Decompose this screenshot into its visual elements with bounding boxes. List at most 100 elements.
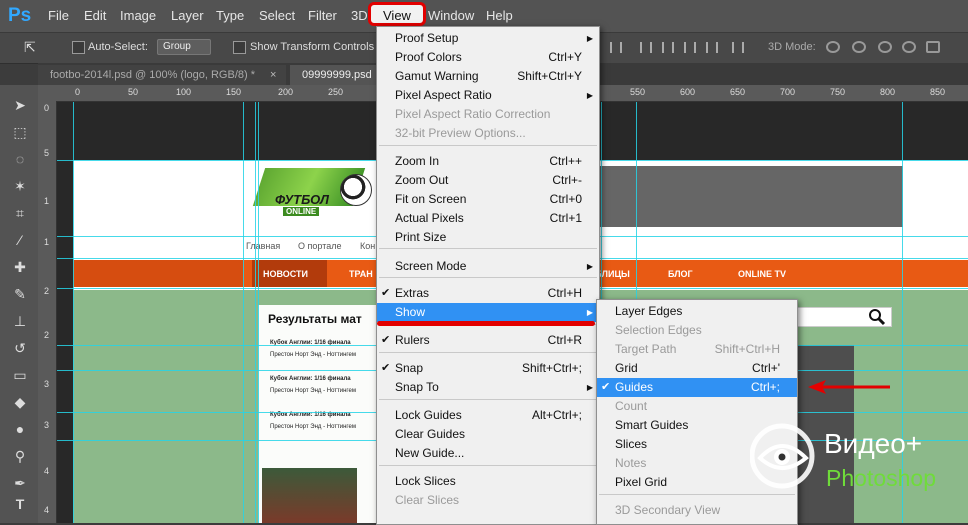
3d-scale-icon[interactable] bbox=[926, 41, 940, 53]
3d-rotate-icon[interactable] bbox=[826, 41, 840, 53]
menu-item-label: Layer Edges bbox=[615, 304, 683, 318]
tab-footbo[interactable]: footbo-2014l.psd @ 100% (logo, RGB/8) * … bbox=[38, 65, 286, 85]
eraser-icon[interactable]: ▭ bbox=[12, 368, 28, 382]
menu-item-guides[interactable]: ✔ Guides Ctrl+; bbox=[597, 378, 797, 397]
checkmark-icon: ✔ bbox=[381, 334, 391, 346]
menu-item-label: Rulers bbox=[395, 333, 430, 347]
nav-bar-left bbox=[73, 260, 243, 287]
tools-panel: ➤ ⬚ ◌ ✶ ⌗ ⁄ ✚ ✎ ⊥ ↺ ▭ ◆ ● ⚲ ✒ T bbox=[0, 85, 39, 523]
3d-pan-icon[interactable] bbox=[878, 41, 892, 53]
menu-item-actual-pixels[interactable]: Actual Pixels Ctrl+1 bbox=[377, 209, 599, 228]
auto-select-label: Auto-Select: bbox=[88, 41, 148, 53]
menu-item-fit-on-screen[interactable]: Fit on Screen Ctrl+0 bbox=[377, 190, 599, 209]
align-icon[interactable] bbox=[610, 42, 622, 53]
show-transform-checkbox[interactable] bbox=[233, 41, 246, 54]
blur-tool-icon[interactable]: ● bbox=[12, 422, 28, 436]
crop-tool-icon[interactable]: ⌗ bbox=[12, 206, 28, 220]
news-photo bbox=[262, 468, 357, 523]
menu-item-shortcut: Ctrl+1 bbox=[549, 211, 582, 225]
menu-item-lock-guides[interactable]: Lock Guides Alt+Ctrl+; bbox=[377, 406, 599, 425]
auto-select-checkbox[interactable] bbox=[72, 41, 85, 54]
menu-help[interactable]: Help bbox=[486, 8, 513, 23]
header-banner bbox=[598, 166, 903, 227]
magic-wand-icon[interactable]: ✶ bbox=[12, 179, 28, 193]
menu-item-screen-mode[interactable]: Screen Mode ▶ bbox=[377, 257, 599, 276]
menu-item-label: Show bbox=[395, 305, 426, 319]
align-icon[interactable] bbox=[662, 42, 674, 53]
menu-item-gamut-warning[interactable]: Gamut Warning Shift+Ctrl+Y bbox=[377, 67, 599, 86]
menu-item-proof-setup[interactable]: Proof Setup ▶ bbox=[377, 29, 599, 48]
group-select[interactable]: Group bbox=[157, 39, 211, 55]
menu-item-zoom-out[interactable]: Zoom Out Ctrl+- bbox=[377, 171, 599, 190]
ruler-tick-label: 700 bbox=[780, 87, 796, 97]
lasso-tool-icon[interactable]: ◌ bbox=[12, 152, 28, 166]
ruler-tick-label: 2 bbox=[44, 330, 50, 340]
menu-item-snap-to[interactable]: Snap To ▶ bbox=[377, 378, 599, 397]
healing-brush-icon[interactable]: ✚ bbox=[12, 260, 28, 274]
site-logo: ФУТБОЛ ONLINE bbox=[252, 160, 372, 225]
menu-item-shortcut: Ctrl+; bbox=[750, 380, 780, 394]
paint-bucket-icon[interactable]: ◆ bbox=[12, 395, 28, 409]
menu-item-pixel-aspect-ratio[interactable]: Pixel Aspect Ratio ▶ bbox=[377, 86, 599, 105]
pen-tool-icon[interactable]: ✒ bbox=[12, 476, 28, 490]
menu-edit[interactable]: Edit bbox=[84, 8, 106, 23]
guide-vertical bbox=[255, 102, 256, 523]
eyedropper-icon[interactable]: ⁄ bbox=[12, 233, 28, 247]
menu-view[interactable]: View bbox=[383, 8, 411, 23]
menu-item-shortcut: Shift+Ctrl+H bbox=[714, 342, 780, 356]
watermark-subtitle: Photoshop bbox=[826, 465, 936, 491]
history-brush-icon[interactable]: ↺ bbox=[12, 341, 28, 355]
menu-item-shortcut: Ctrl++ bbox=[549, 154, 582, 168]
marquee-tool-icon[interactable]: ⬚ bbox=[12, 125, 28, 139]
subnav-item: Главная bbox=[246, 241, 281, 251]
dodge-tool-icon[interactable]: ⚲ bbox=[12, 449, 28, 463]
menu-item-grid[interactable]: Grid Ctrl+' bbox=[597, 359, 797, 378]
auto-align-icon[interactable] bbox=[732, 42, 744, 53]
menu-item-layer-edges[interactable]: Layer Edges bbox=[597, 302, 797, 321]
menu-item-snap[interactable]: ✔ Snap Shift+Ctrl+; bbox=[377, 359, 599, 378]
watermark-title: Видео+ bbox=[824, 428, 923, 459]
menu-item-shortcut: Shift+Ctrl+; bbox=[521, 361, 582, 375]
distribute-icon[interactable] bbox=[706, 42, 718, 53]
menu-3d[interactable]: 3D bbox=[351, 8, 368, 23]
menu-item-clear-guides[interactable]: Clear Guides bbox=[377, 425, 599, 444]
menu-item-label: Proof Colors bbox=[395, 50, 462, 64]
menu-file[interactable]: File bbox=[48, 8, 69, 23]
ruler-tick-label: 100 bbox=[176, 87, 192, 97]
3d-roll-icon[interactable] bbox=[852, 41, 866, 53]
move-tool-icon[interactable]: ➤ bbox=[12, 98, 28, 112]
menu-window[interactable]: Window bbox=[428, 8, 474, 23]
menu-item-new-guide[interactable]: New Guide... bbox=[377, 444, 599, 463]
move-tool-icon[interactable]: ⇱ bbox=[24, 39, 36, 56]
menu-filter[interactable]: Filter bbox=[308, 8, 337, 23]
menu-type[interactable]: Type bbox=[216, 8, 244, 23]
result-line: Престон Норт Энд - Ноттингем bbox=[270, 352, 356, 358]
menu-layer[interactable]: Layer bbox=[171, 8, 204, 23]
menu-select[interactable]: Select bbox=[259, 8, 295, 23]
menu-item-label: 32-bit Preview Options... bbox=[395, 126, 526, 140]
close-icon[interactable]: × bbox=[270, 65, 276, 85]
menu-item-extras[interactable]: ✔ Extras Ctrl+H bbox=[377, 284, 599, 303]
menu-item-label: Clear Guides bbox=[395, 427, 466, 441]
menu-item-lock-slices[interactable]: Lock Slices bbox=[377, 472, 599, 491]
menu-item-print-size[interactable]: Print Size bbox=[377, 228, 599, 247]
align-icon[interactable] bbox=[640, 42, 652, 53]
menu-image[interactable]: Image bbox=[120, 8, 156, 23]
brush-tool-icon[interactable]: ✎ bbox=[12, 287, 28, 301]
result-line: Престон Норт Энд - Ноттингем bbox=[270, 388, 356, 394]
soccer-ball-icon bbox=[340, 174, 372, 206]
menu-item-label: Actual Pixels bbox=[395, 211, 464, 225]
menu-item-label: Lock Guides bbox=[395, 408, 462, 422]
menu-item-show[interactable]: Show ▶ bbox=[377, 303, 599, 322]
menu-item-proof-colors[interactable]: Proof Colors Ctrl+Y bbox=[377, 48, 599, 67]
align-icon[interactable] bbox=[684, 42, 696, 53]
3d-slide-icon[interactable] bbox=[902, 41, 916, 53]
site-nav-item: БЛОГ bbox=[668, 269, 693, 279]
menu-item-target-path: Target Path Shift+Ctrl+H bbox=[597, 340, 797, 359]
show-underline-annotation bbox=[377, 321, 595, 326]
stamp-tool-icon[interactable]: ⊥ bbox=[12, 314, 28, 328]
menu-item-rulers[interactable]: ✔ Rulers Ctrl+R bbox=[377, 331, 599, 350]
checkmark-icon: ✔ bbox=[381, 287, 391, 299]
menu-item-zoom-in[interactable]: Zoom In Ctrl++ bbox=[377, 152, 599, 171]
type-tool-icon[interactable]: T bbox=[12, 497, 28, 511]
